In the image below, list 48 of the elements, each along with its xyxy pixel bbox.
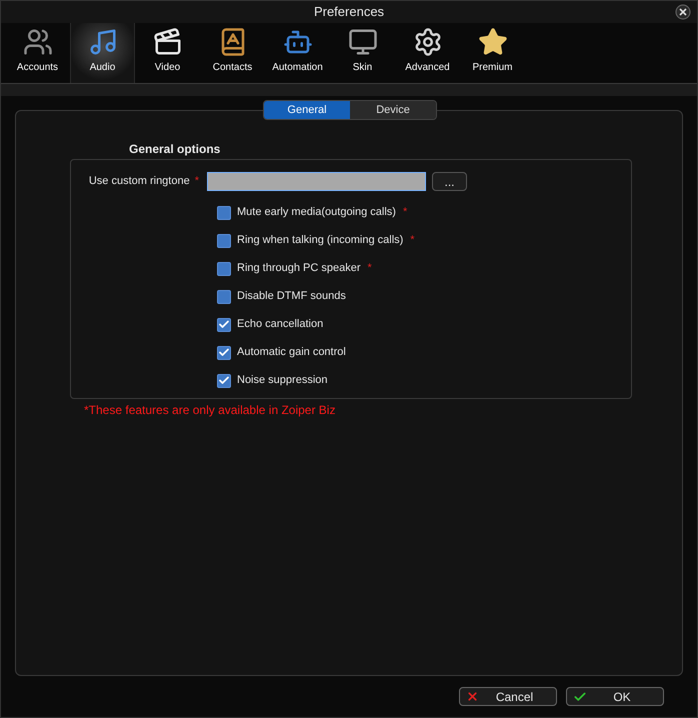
option-label: Ring through PC speaker xyxy=(237,261,361,276)
close-icon xyxy=(466,690,479,703)
checkbox[interactable] xyxy=(217,318,231,332)
footnote: *These features are only available in Zoiper Biz xyxy=(84,402,336,416)
checkbox[interactable] xyxy=(217,234,231,248)
checkbox[interactable] xyxy=(217,346,231,360)
option-label: Disable DTMF sounds xyxy=(237,289,346,304)
cancel-button[interactable]: Cancel xyxy=(459,687,557,706)
option-label: Echo cancellation xyxy=(237,317,324,332)
clapperboard-icon xyxy=(152,27,182,57)
tab[interactable]: General xyxy=(264,101,350,119)
check-icon xyxy=(218,318,230,331)
toolbar-tab[interactable]: Audio xyxy=(70,23,135,83)
checkbox[interactable] xyxy=(217,290,231,304)
browse-button[interactable]: ... xyxy=(432,172,467,191)
music-note-icon xyxy=(88,27,118,57)
required-marker: * xyxy=(368,261,372,276)
checkbox[interactable] xyxy=(217,374,231,388)
toolbar-tab[interactable]: Premium xyxy=(460,23,525,83)
monitor-icon xyxy=(348,27,378,57)
option-label: Mute early media(outgoing calls) xyxy=(237,205,396,220)
toolbar-tab[interactable]: Advanced xyxy=(395,23,460,83)
window-title: Preferences xyxy=(314,3,384,22)
settings-icon xyxy=(412,27,442,57)
star-icon xyxy=(478,27,508,57)
toolbar-tab[interactable]: Video xyxy=(135,23,200,83)
required-marker: * xyxy=(194,174,199,190)
field-label: Use custom ringtone xyxy=(88,174,190,190)
check-icon xyxy=(218,346,230,359)
checkbox[interactable] xyxy=(217,262,231,276)
toolbar-tab[interactable]: Contacts xyxy=(200,23,265,83)
ringtone-field[interactable] xyxy=(207,172,426,191)
required-marker: * xyxy=(402,205,408,220)
option-label: Noise suppression xyxy=(237,373,328,388)
people-icon xyxy=(22,27,52,57)
ok-button[interactable]: OK xyxy=(566,687,664,706)
toolbar-tab[interactable]: Skin xyxy=(330,23,395,83)
option-label: Ring when talking (incoming calls) xyxy=(237,233,404,248)
toolbar-tab[interactable]: Automation xyxy=(265,23,330,83)
toolbar-tab[interactable]: Accounts xyxy=(5,23,70,83)
tab[interactable]: Device xyxy=(350,101,436,119)
check-icon xyxy=(573,690,587,704)
checkbox[interactable] xyxy=(217,206,231,220)
close-icon[interactable] xyxy=(675,4,691,20)
required-marker: * xyxy=(410,233,415,248)
check-icon xyxy=(218,374,230,387)
section-title: General options xyxy=(129,142,220,156)
option-label: Automatic gain control xyxy=(237,345,346,360)
